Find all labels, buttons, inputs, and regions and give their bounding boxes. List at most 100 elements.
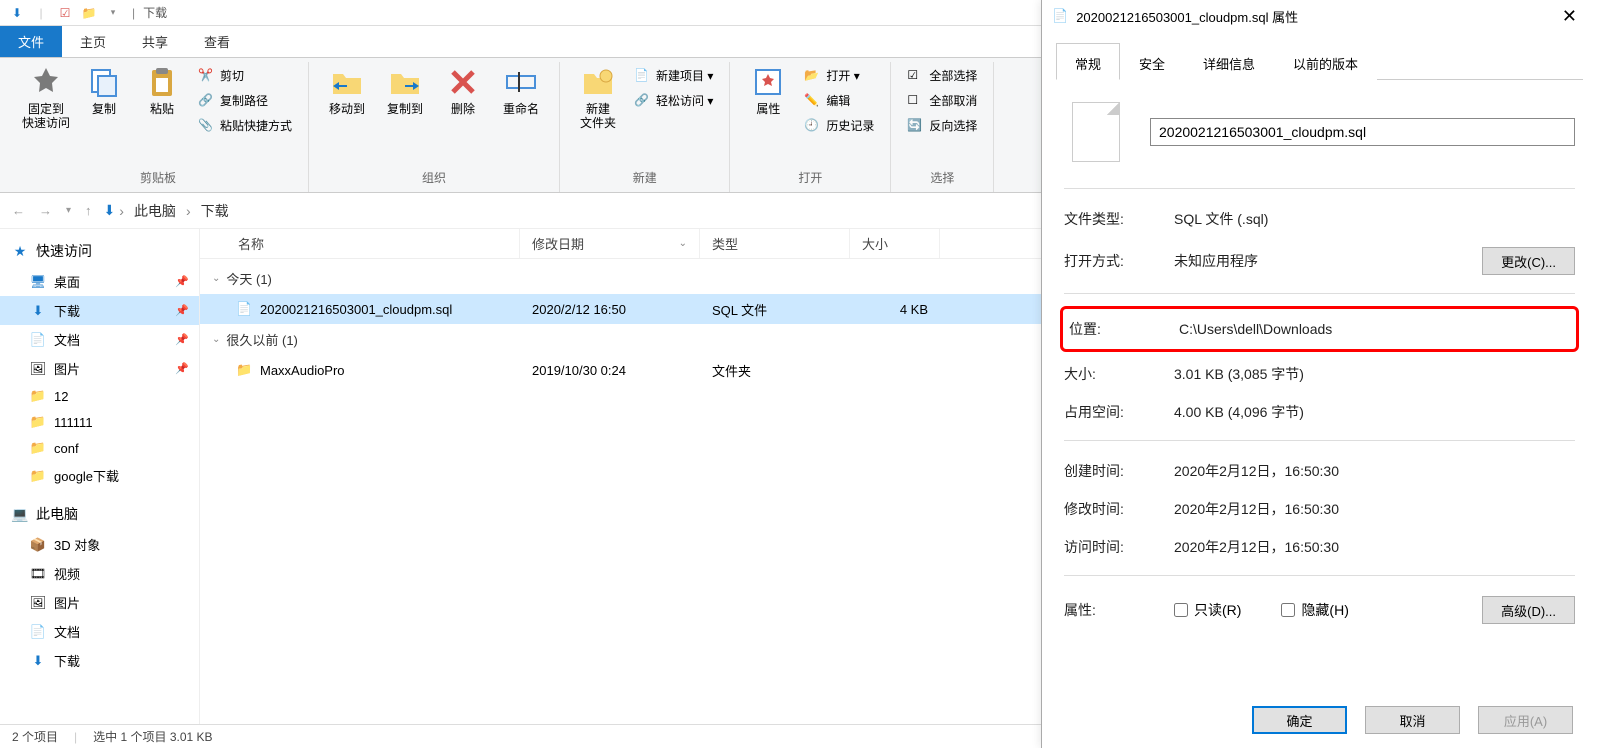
invert-button[interactable]: 🔄 反向选择 — [901, 114, 983, 137]
edit-icon: ✏️ — [804, 93, 820, 109]
ribbon-group-open: 属性 📂 打开 ▾ ✏️ 编辑 🕘 历史记录 打开 — [730, 62, 891, 192]
readonly-checkbox[interactable]: 只读(R) — [1174, 600, 1241, 620]
col-header-name[interactable]: 名称 — [200, 229, 520, 258]
copy-label: 复制 — [92, 102, 116, 116]
folder-small-icon[interactable]: 📁 — [80, 4, 98, 22]
forward-button[interactable]: → — [35, 199, 56, 222]
down-arrow-icon[interactable]: ⬇ — [8, 4, 26, 22]
copypath-button[interactable]: 🔗 复制路径 — [192, 89, 298, 112]
apply-button[interactable]: 应用(A) — [1478, 706, 1573, 734]
sidebar-item-pictures2[interactable]: 🖼图片 — [0, 588, 199, 617]
sidebar-item-documents[interactable]: 📄文档📌 — [0, 325, 199, 354]
dialog-title-bar: 📄 2020021216503001_cloudpm.sql 属性 ✕ — [1042, 0, 1597, 32]
large-file-icon — [1072, 102, 1120, 162]
filename-input[interactable] — [1150, 118, 1575, 146]
sort-icon: ⌄ — [679, 238, 687, 249]
path-icon: 🔗 — [198, 93, 214, 109]
file-type: 文件夹 — [700, 361, 850, 380]
sidebar-item-3d[interactable]: 📦3D 对象 — [0, 530, 199, 559]
ok-button[interactable]: 确定 — [1252, 706, 1347, 734]
advanced-button[interactable]: 高级(D)... — [1482, 596, 1575, 624]
properties-button[interactable]: 属性 — [740, 62, 796, 120]
dialog-tabs: 常规 安全 详细信息 以前的版本 — [1042, 32, 1597, 79]
sidebar-item-downloads2[interactable]: ⬇下载 — [0, 646, 199, 675]
back-button[interactable]: ← — [8, 199, 29, 222]
pasteshort-button[interactable]: 📎 粘贴快捷方式 — [192, 114, 298, 137]
download-icon: ⬇ — [30, 303, 46, 319]
tab-share[interactable]: 共享 — [124, 26, 186, 57]
dlg-tab-details[interactable]: 详细信息 — [1184, 43, 1274, 80]
open-group-label: 打开 — [798, 165, 822, 192]
sidebar-item-desktop[interactable]: 🖥桌面📌 — [0, 267, 199, 296]
sidebar-item-conf[interactable]: 📁conf — [0, 435, 199, 461]
ondisk-label: 占用空间: — [1064, 402, 1174, 422]
cube-icon: 📦 — [30, 537, 46, 553]
dropdown-icon[interactable]: ▾ — [104, 4, 122, 22]
delete-button[interactable]: 删除 — [435, 62, 491, 120]
file-name: MaxxAudioPro — [260, 363, 345, 378]
sidebar: ★ 快速访问 🖥桌面📌 ⬇下载📌 📄文档📌 🖼图片📌 📁12 📁111111 📁… — [0, 229, 200, 724]
open-button[interactable]: 📂 打开 ▾ — [798, 64, 880, 87]
selectall-icon: ☑ — [907, 68, 923, 84]
crumb-thispc[interactable]: 此电脑 — [128, 199, 182, 223]
tab-view[interactable]: 查看 — [186, 26, 248, 57]
hidden-checkbox[interactable]: 隐藏(H) — [1281, 600, 1348, 620]
cut-button[interactable]: ✂️ 剪切 — [192, 64, 298, 87]
col-header-date[interactable]: 修改日期⌄ — [520, 229, 700, 258]
dialog-title: 2020021216503001_cloudpm.sql 属性 — [1076, 7, 1298, 26]
newitem-button[interactable]: 📄 新建项目 ▾ — [628, 64, 719, 87]
sidebar-item-downloads[interactable]: ⬇下载📌 — [0, 296, 199, 325]
properties-dialog: 📄 2020021216503001_cloudpm.sql 属性 ✕ 常规 安… — [1041, 0, 1597, 748]
selectnone-button[interactable]: ☐ 全部取消 — [901, 89, 983, 112]
dlg-tab-general[interactable]: 常规 — [1056, 43, 1120, 80]
status-selected: 选中 1 个项目 3.01 KB — [93, 728, 212, 745]
sidebar-item-videos[interactable]: 🎞视频 — [0, 559, 199, 588]
tab-file[interactable]: 文件 — [0, 26, 62, 57]
rename-button[interactable]: 重命名 — [493, 62, 549, 120]
status-count: 2 个项目 — [12, 728, 58, 745]
doc-icon: 📄 — [30, 332, 46, 348]
dlg-tab-prev[interactable]: 以前的版本 — [1274, 43, 1377, 80]
paste-button[interactable]: 粘贴 — [134, 62, 190, 120]
col-header-size[interactable]: 大小 — [850, 229, 940, 258]
file-name: 2020021216503001_cloudpm.sql — [260, 302, 452, 317]
size-value: 3.01 KB (3,085 字节) — [1174, 364, 1575, 384]
copy-button[interactable]: 复制 — [76, 62, 132, 120]
sidebar-item-pictures[interactable]: 🖼图片📌 — [0, 354, 199, 383]
sidebar-item-documents2[interactable]: 📄文档 — [0, 617, 199, 646]
created-value: 2020年2月12日，16:50:30 — [1174, 461, 1575, 481]
ribbon-group-clipboard: 固定到 快速访问 复制 粘贴 ✂️ 剪切 🔗 复制路径 — [8, 62, 309, 192]
pin-button[interactable]: 固定到 快速访问 — [18, 62, 74, 135]
pic-icon: 🖼 — [30, 361, 46, 377]
newfolder-button[interactable]: 新建 文件夹 — [570, 62, 626, 135]
chevron-right-icon: › — [119, 203, 124, 219]
close-button[interactable]: ✕ — [1552, 6, 1587, 27]
edit-button[interactable]: ✏️ 编辑 — [798, 89, 880, 112]
paste-label: 粘贴 — [150, 102, 174, 116]
desktop-icon: 🖥 — [30, 274, 46, 290]
folder-icon: 📁 — [30, 468, 46, 484]
recent-drop[interactable]: ▾ — [62, 201, 75, 220]
sidebar-item-12[interactable]: 📁12 — [0, 383, 199, 409]
selectall-button[interactable]: ☑ 全部选择 — [901, 64, 983, 87]
col-header-type[interactable]: 类型 — [700, 229, 850, 258]
crumb-downloads[interactable]: 下载 — [195, 199, 235, 223]
change-button[interactable]: 更改(C)... — [1482, 247, 1575, 275]
sidebar-quick-header[interactable]: ★ 快速访问 — [0, 235, 199, 267]
checkbox-icon[interactable]: ☑ — [56, 4, 74, 22]
breadcrumb[interactable]: ⬇ › 此电脑 › 下载 — [104, 199, 235, 223]
dlg-tab-security[interactable]: 安全 — [1120, 43, 1184, 80]
tab-home[interactable]: 主页 — [62, 26, 124, 57]
pin-icon: 📌 — [175, 362, 189, 375]
sidebar-thispc-header[interactable]: 💻 此电脑 — [0, 498, 199, 530]
history-button[interactable]: 🕘 历史记录 — [798, 114, 880, 137]
sidebar-item-google[interactable]: 📁google下载 — [0, 461, 199, 490]
easyaccess-button[interactable]: 🔗 轻松访问 ▾ — [628, 89, 719, 112]
copyto-button[interactable]: 复制到 — [377, 62, 433, 120]
cancel-button[interactable]: 取消 — [1365, 706, 1460, 734]
sidebar-item-111111[interactable]: 📁111111 — [0, 409, 199, 435]
moveto-button[interactable]: 移动到 — [319, 62, 375, 120]
divider-icon: | — [32, 4, 50, 22]
up-button[interactable]: ↑ — [81, 199, 96, 222]
easyaccess-icon: 🔗 — [634, 93, 650, 109]
